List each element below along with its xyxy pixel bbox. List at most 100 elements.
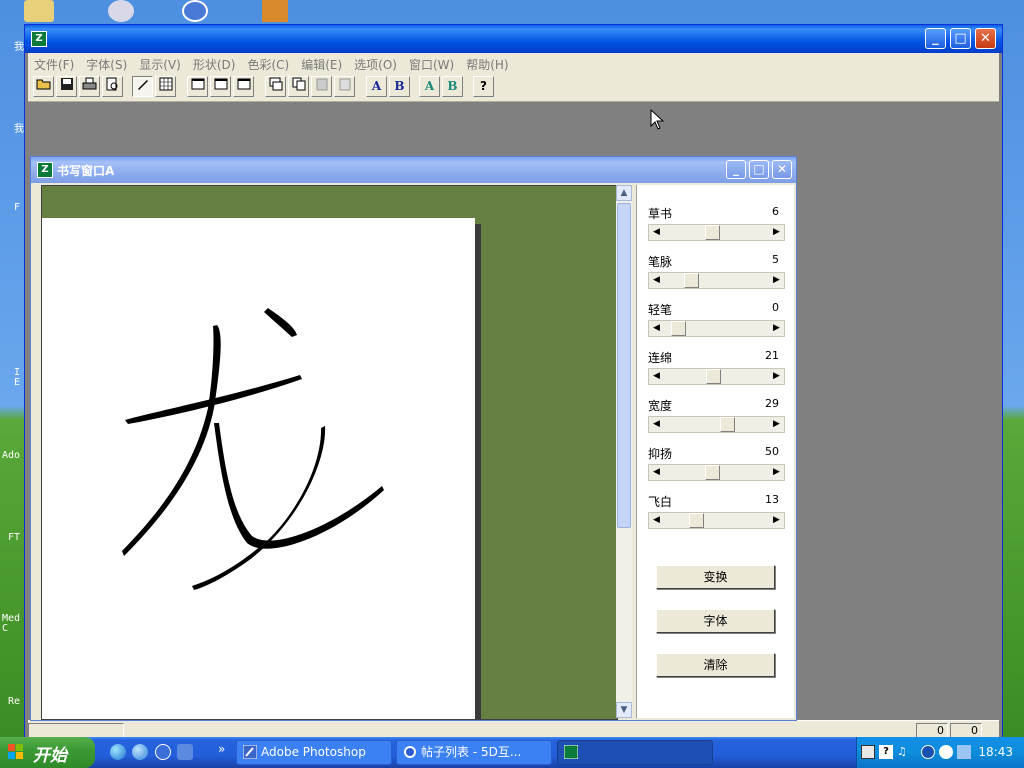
speaker-icon[interactable]: ♫	[897, 745, 911, 759]
settings-icon[interactable]	[177, 744, 193, 760]
desktop-label[interactable]: 我	[14, 38, 24, 53]
font-button[interactable]: 字体	[656, 609, 775, 633]
scrollbar-thumb[interactable]	[617, 203, 631, 528]
child-minimize-button[interactable]: _	[726, 160, 746, 179]
param-slider[interactable]: ◀ ▶	[648, 272, 785, 289]
print-icon[interactable]	[79, 76, 100, 97]
layout-1-icon[interactable]	[187, 76, 208, 97]
grid-icon[interactable]	[155, 76, 176, 97]
slider-right-icon[interactable]: ▶	[769, 417, 784, 432]
slider-left-icon[interactable]: ◀	[649, 369, 664, 384]
menu-font[interactable]: 字体(S)	[80, 53, 133, 73]
menu-help[interactable]: 帮助(H)	[460, 53, 514, 73]
slider-thumb[interactable]	[705, 465, 720, 480]
task-photoshop[interactable]: Adobe Photoshop	[236, 740, 392, 765]
canvas-vertical-scrollbar[interactable]: ▲ ▼	[616, 185, 632, 718]
start-button[interactable]: 开始	[0, 737, 95, 768]
param-slider[interactable]: ◀ ▶	[648, 512, 785, 529]
param-vein: 笔脉 5 ◀ ▶	[648, 253, 785, 297]
slider-left-icon[interactable]: ◀	[649, 225, 664, 240]
task-forum[interactable]: 帖子列表 - 5D互...	[396, 740, 552, 765]
new-window-icon[interactable]	[265, 76, 286, 97]
writing-canvas-area[interactable]	[41, 185, 618, 720]
menu-options[interactable]: 选项(O)	[348, 53, 403, 73]
tray-collapse-icon[interactable]	[921, 745, 935, 759]
pen-icon[interactable]	[132, 76, 153, 97]
print-preview-icon[interactable]	[102, 76, 123, 97]
desktop-label[interactable]: Med C	[2, 614, 20, 634]
menu-shape[interactable]: 形状(D)	[187, 53, 242, 73]
desktop-label[interactable]: Ado	[2, 450, 20, 461]
slider-left-icon[interactable]: ◀	[649, 465, 664, 480]
desktop-folder-icon[interactable]	[24, 0, 54, 22]
desktop-label[interactable]: F	[14, 202, 20, 213]
layout-2-icon[interactable]	[210, 76, 231, 97]
minimize-button[interactable]: _	[925, 28, 946, 49]
slider-right-icon[interactable]: ▶	[769, 465, 784, 480]
scroll-up-icon[interactable]: ▲	[616, 185, 632, 201]
desktop-label[interactable]: Re	[8, 696, 20, 707]
layout-3-icon[interactable]	[233, 76, 254, 97]
clear-button[interactable]: 清除	[656, 653, 775, 677]
desktop-app-icon[interactable]	[108, 0, 134, 22]
network-icon[interactable]	[957, 745, 971, 759]
globe-icon[interactable]	[110, 744, 126, 760]
slider-thumb[interactable]	[689, 513, 704, 528]
slider-right-icon[interactable]: ▶	[769, 369, 784, 384]
child-close-button[interactable]: ✕	[772, 160, 792, 179]
ie-icon[interactable]	[132, 744, 148, 760]
param-slider[interactable]: ◀ ▶	[648, 320, 785, 337]
slider-right-icon[interactable]: ▶	[769, 225, 784, 240]
slider-right-icon[interactable]: ▶	[769, 273, 784, 288]
task-calligraphy-app[interactable]	[557, 740, 713, 765]
slider-left-icon[interactable]: ◀	[649, 513, 664, 528]
transform-button[interactable]: 变换	[656, 565, 775, 589]
menu-color[interactable]: 色彩(C)	[241, 53, 295, 73]
slider-left-icon[interactable]: ◀	[649, 417, 664, 432]
slider-right-icon[interactable]: ▶	[769, 513, 784, 528]
keyboard-icon[interactable]	[861, 745, 875, 759]
copy-icon[interactable]	[288, 76, 309, 97]
menu-view[interactable]: 显示(V)	[133, 53, 187, 73]
desktop-network-icon[interactable]	[182, 0, 208, 22]
writing-window-titlebar[interactable]: Z 书写窗口A _ □ ✕	[31, 157, 796, 183]
desktop-label[interactable]: FT	[8, 532, 20, 543]
writing-paper[interactable]	[42, 218, 475, 719]
close-button[interactable]: ✕	[975, 28, 996, 49]
slider-right-icon[interactable]: ▶	[769, 321, 784, 336]
color-b-button[interactable]: B	[442, 76, 463, 97]
quick-launch-expand-icon[interactable]: »	[218, 742, 225, 756]
slider-thumb[interactable]	[684, 273, 699, 288]
help-tray-icon[interactable]: ?	[879, 745, 893, 759]
slider-left-icon[interactable]: ◀	[649, 321, 664, 336]
scroll-down-icon[interactable]: ▼	[616, 702, 632, 718]
param-slider[interactable]: ◀ ▶	[648, 368, 785, 385]
slider-left-icon[interactable]: ◀	[649, 273, 664, 288]
menu-window[interactable]: 窗口(W)	[403, 53, 460, 73]
help-button[interactable]: ?	[473, 76, 494, 97]
param-slider[interactable]: ◀ ▶	[648, 416, 785, 433]
font-a-button[interactable]: A	[366, 76, 387, 97]
main-titlebar[interactable]: Z _ □ ✕	[25, 25, 1002, 53]
param-slider[interactable]: ◀ ▶	[648, 224, 785, 241]
param-slider[interactable]: ◀ ▶	[648, 464, 785, 481]
paste-icon[interactable]	[311, 76, 332, 97]
desktop-label[interactable]: 我	[14, 120, 24, 135]
color-a-button[interactable]: A	[419, 76, 440, 97]
slider-thumb[interactable]	[706, 369, 721, 384]
slider-thumb[interactable]	[705, 225, 720, 240]
child-maximize-button[interactable]: □	[749, 160, 769, 179]
maximize-button[interactable]: □	[950, 28, 971, 49]
desktop-label[interactable]: I E	[14, 368, 20, 388]
font-b-button[interactable]: B	[389, 76, 410, 97]
save-icon[interactable]	[56, 76, 77, 97]
menu-edit[interactable]: 编辑(E)	[295, 53, 348, 73]
menu-file[interactable]: 文件(F)	[28, 53, 80, 73]
maxthon-tray-icon[interactable]	[939, 745, 953, 759]
folder-open-icon[interactable]	[33, 76, 54, 97]
slider-thumb[interactable]	[720, 417, 735, 432]
clipboard-icon[interactable]	[334, 76, 355, 97]
slider-thumb[interactable]	[671, 321, 686, 336]
maxthon-icon[interactable]	[155, 744, 171, 760]
desktop-home-icon[interactable]	[262, 0, 288, 22]
